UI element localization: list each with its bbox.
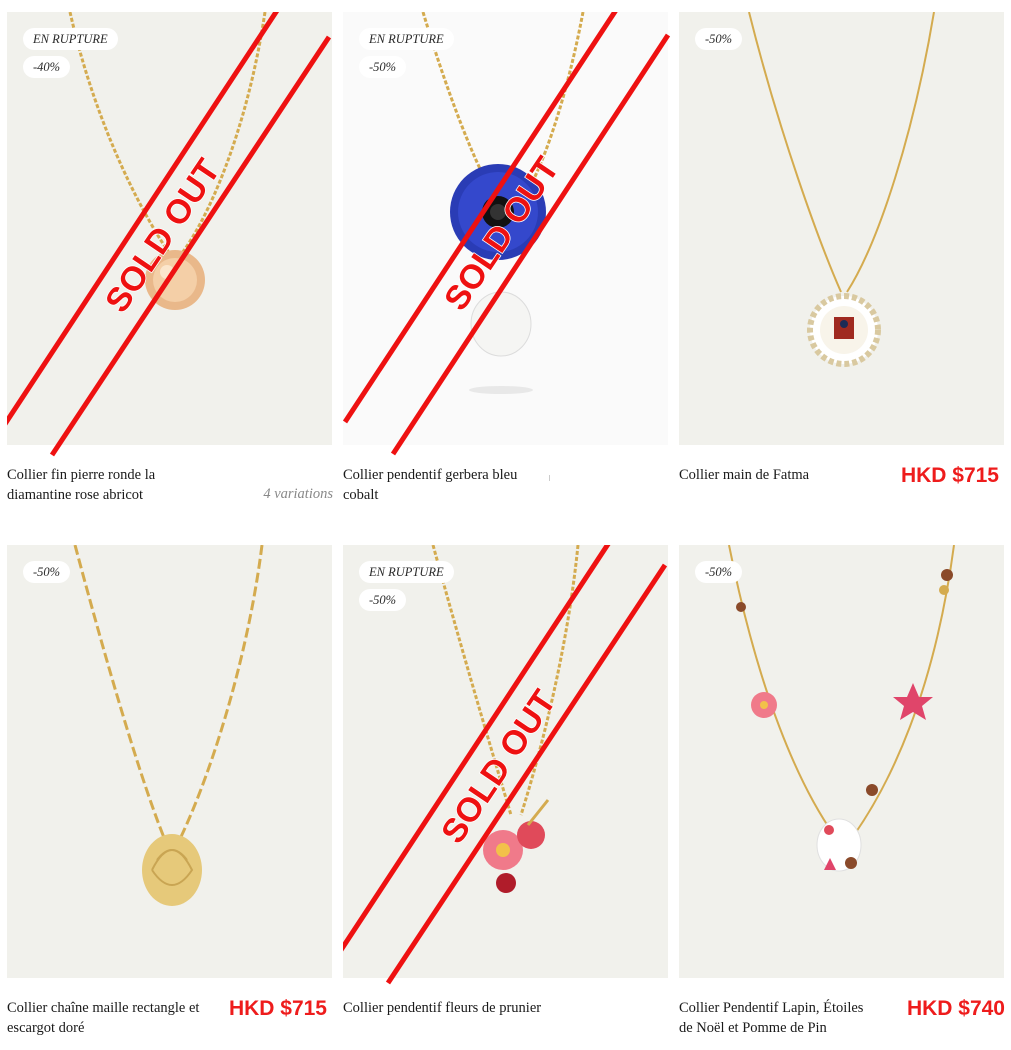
necklace-image	[73, 545, 264, 906]
stock-badge: EN RUPTURE	[359, 561, 454, 583]
product-image[interactable]: -50%	[679, 12, 1004, 445]
discount-badge: -50%	[359, 589, 407, 611]
discount-badge: -50%	[695, 28, 743, 50]
product-price: HKD $715	[900, 464, 999, 487]
product-image[interactable]: EN RUPTURE -40%	[7, 12, 332, 445]
product-name[interactable]: Collier fin pierre ronde la diamantine r…	[7, 465, 207, 505]
stock-badge: EN RUPTURE	[359, 28, 454, 50]
product-image[interactable]: EN RUPTURE -50%	[343, 12, 668, 445]
product-name[interactable]: Collier pendentif gerbera bleu cobalt	[343, 465, 543, 505]
discount-badge: -50%	[359, 56, 407, 78]
product-card[interactable]: EN RUPTURE -50% SOLD OUT Collier pendent…	[343, 545, 669, 1048]
necklace-image	[748, 12, 935, 367]
stock-badge: EN RUPTURE	[23, 28, 118, 50]
product-name[interactable]: Collier Pendentif Lapin, Étoiles de Noël…	[679, 998, 879, 1038]
product-name[interactable]: Collier main de Fatma	[679, 465, 879, 485]
product-image[interactable]: -50%	[7, 545, 332, 978]
product-card[interactable]: EN RUPTURE -40% SOLD OUT Collier fin pie…	[7, 12, 333, 515]
product-card[interactable]: EN RUPTURE -50% SOLD OUT Collier pendent…	[343, 12, 671, 515]
necklace-image	[728, 545, 955, 872]
product-name[interactable]: Collier chaîne maille rectangle et escar…	[7, 998, 207, 1038]
product-image[interactable]: -50%	[679, 545, 1004, 978]
product-price: HKD $740	[906, 997, 1005, 1020]
discount-badge: -50%	[695, 561, 743, 583]
product-card[interactable]: -50% Collier chaîne maille rectangle et …	[7, 545, 333, 1048]
product-image[interactable]: EN RUPTURE -50%	[343, 545, 668, 978]
variations-label: 4 variations	[263, 486, 333, 502]
product-name[interactable]: Collier pendentif fleurs de prunier	[343, 998, 543, 1018]
discount-badge: -50%	[23, 561, 71, 583]
divider	[549, 475, 550, 481]
product-price: HKD $715	[228, 997, 327, 1020]
product-card[interactable]: -50% Collier main de Fatma HKD $715	[679, 12, 1005, 515]
discount-badge: -40%	[23, 56, 71, 78]
product-card[interactable]: -50% Collier Pendentif Lapin, Étoiles de…	[679, 545, 1005, 1048]
